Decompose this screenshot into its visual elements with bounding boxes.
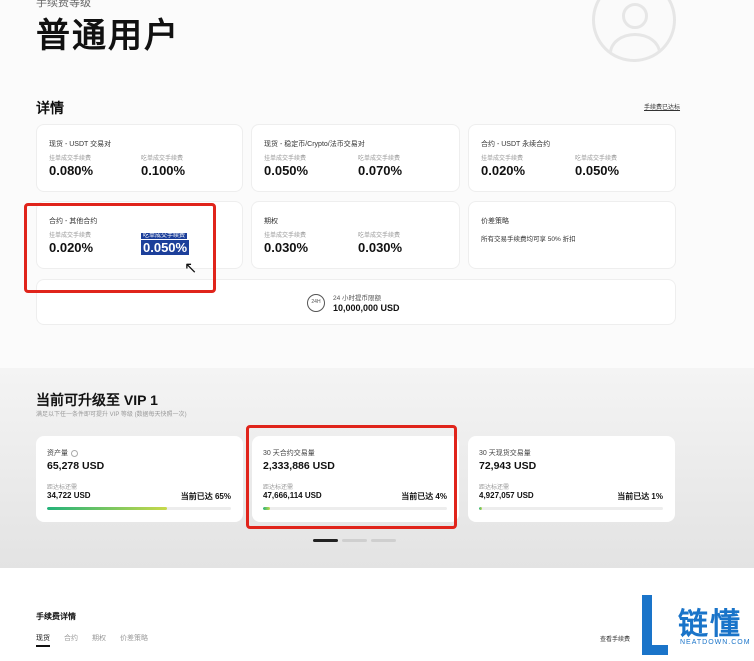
vip-card-title-text: 资产量 <box>47 450 68 457</box>
vip-target-label: 距达标还需 <box>47 485 78 491</box>
fee-card-usdt-perpetual: 合约 - USDT 永续合约 挂单成交手续费 0.020% 吃单成交手续费 0.… <box>468 124 676 192</box>
carousel-dot[interactable] <box>342 539 367 542</box>
vip-progress-text: 当前已达 1% <box>617 492 663 501</box>
maker-fee-label: 挂单成交手续费 <box>481 156 524 162</box>
maker-fee-value: 0.020% <box>481 163 526 178</box>
progress-fill <box>479 507 482 510</box>
fee-card-title: 现货 - 稳定币/Crypto/法币交易对 <box>264 141 365 148</box>
avatar[interactable] <box>592 0 676 62</box>
active-tab-indicator <box>36 645 50 647</box>
tab-spread-strategy[interactable]: 价差策略 <box>120 633 148 643</box>
fee-card-title: 价差策略 <box>481 218 509 225</box>
carousel-dot-active[interactable] <box>313 539 338 542</box>
vip-card-value: 65,278 USD <box>47 460 105 472</box>
avatar-body-icon <box>609 33 661 59</box>
maker-fee-value: 0.030% <box>264 240 309 255</box>
info-icon[interactable] <box>71 449 78 457</box>
fee-card-spread-strategy: 价差策略 所有交易手续费均可享 50% 折扣 <box>468 201 676 269</box>
spread-discount-text: 所有交易手续费均可享 50% 折扣 <box>481 236 576 243</box>
progress-track <box>479 507 663 510</box>
maker-fee-value: 0.050% <box>264 163 309 178</box>
withdraw-limit-label: 24 小时提币限额 <box>333 295 382 302</box>
annotation-highlight-box <box>246 425 457 529</box>
vip-subtitle: 满足以下任一条件即可提升 VIP 等级 (数据每天快照一次) <box>36 412 187 418</box>
maker-fee-label: 挂单成交手续费 <box>49 156 92 162</box>
fee-card-title: 合约 - USDT 永续合约 <box>481 141 551 148</box>
vip-card-assets: 资产量 65,278 USD 距达标还需 34,722 USD 当前已达 65% <box>36 436 243 522</box>
taker-fee-value: 0.070% <box>358 163 403 178</box>
withdraw-limit-value: 10,000,000 USD <box>333 303 400 313</box>
vip-card-title: 资产量 <box>47 448 78 458</box>
tab-options[interactable]: 期权 <box>92 633 106 643</box>
vip-target-value: 34,722 USD <box>47 491 91 500</box>
account-header-section: 手续费等级 普通用户 详情 手续费已达标 现货 - USDT 交易对 挂单成交手… <box>0 0 754 368</box>
vip-card-value: 72,943 USD <box>479 460 537 472</box>
taker-fee-label: 吃单成交手续费 <box>575 156 618 162</box>
details-title: 详情 <box>36 100 64 116</box>
maker-fee-label: 挂单成交手续费 <box>264 233 307 239</box>
mouse-cursor-icon: ↖ <box>184 260 198 277</box>
vip-title: 当前可升级至 VIP 1 <box>36 392 158 408</box>
vip-card-title: 30 天现货交易量 <box>479 450 531 457</box>
fee-card-spot-stablecoin: 现货 - 稳定币/Crypto/法币交易对 挂单成交手续费 0.050% 吃单成… <box>251 124 460 192</box>
annotation-highlight-box <box>24 203 216 293</box>
vip-target-label: 距达标还需 <box>479 485 510 491</box>
vip-progress-text: 当前已达 65% <box>180 492 231 501</box>
watermark-logo: 链懂 NEATDOWN.COM <box>634 591 754 661</box>
taker-fee-label: 吃单成交手续费 <box>141 156 184 162</box>
taker-fee-value: 0.030% <box>358 240 403 255</box>
watermark-text: 链懂 <box>678 608 742 641</box>
tab-spot[interactable]: 现货 <box>36 633 50 643</box>
avatar-head-icon <box>622 3 648 29</box>
vip-card-spot-volume: 30 天现货交易量 72,943 USD 距达标还需 4,927,057 USD… <box>468 436 675 522</box>
carousel-dot[interactable] <box>371 539 396 542</box>
fee-card-title: 期权 <box>264 218 278 225</box>
taker-fee-value: 0.100% <box>141 163 186 178</box>
tab-futures[interactable]: 合约 <box>64 633 78 643</box>
vip-target-value: 4,927,057 USD <box>479 491 534 500</box>
fee-card-options: 期权 挂单成交手续费 0.030% 吃单成交手续费 0.030% <box>251 201 460 269</box>
clock-24h-icon: 24H <box>307 294 325 312</box>
taker-fee-label: 吃单成交手续费 <box>358 233 401 239</box>
fee-card-title: 现货 - USDT 交易对 <box>49 141 112 148</box>
maker-fee-label: 挂单成交手续费 <box>264 156 307 162</box>
view-fee-link[interactable]: 查看手续费 <box>600 634 630 643</box>
progress-fill <box>47 507 167 510</box>
fee-card-spot-usdt: 现货 - USDT 交易对 挂单成交手续费 0.080% 吃单成交手续费 0.1… <box>36 124 243 192</box>
details-link[interactable]: 手续费已达标 <box>644 102 680 111</box>
watermark-subtext: NEATDOWN.COM <box>680 639 751 646</box>
taker-fee-value: 0.050% <box>575 163 620 178</box>
taker-fee-label: 吃单成交手续费 <box>358 156 401 162</box>
fee-details-title: 手续费详情 <box>36 612 76 621</box>
maker-fee-value: 0.080% <box>49 163 94 178</box>
page-title: 普通用户 <box>36 17 180 55</box>
watermark-l-icon-base <box>642 645 668 655</box>
progress-track <box>47 507 231 510</box>
